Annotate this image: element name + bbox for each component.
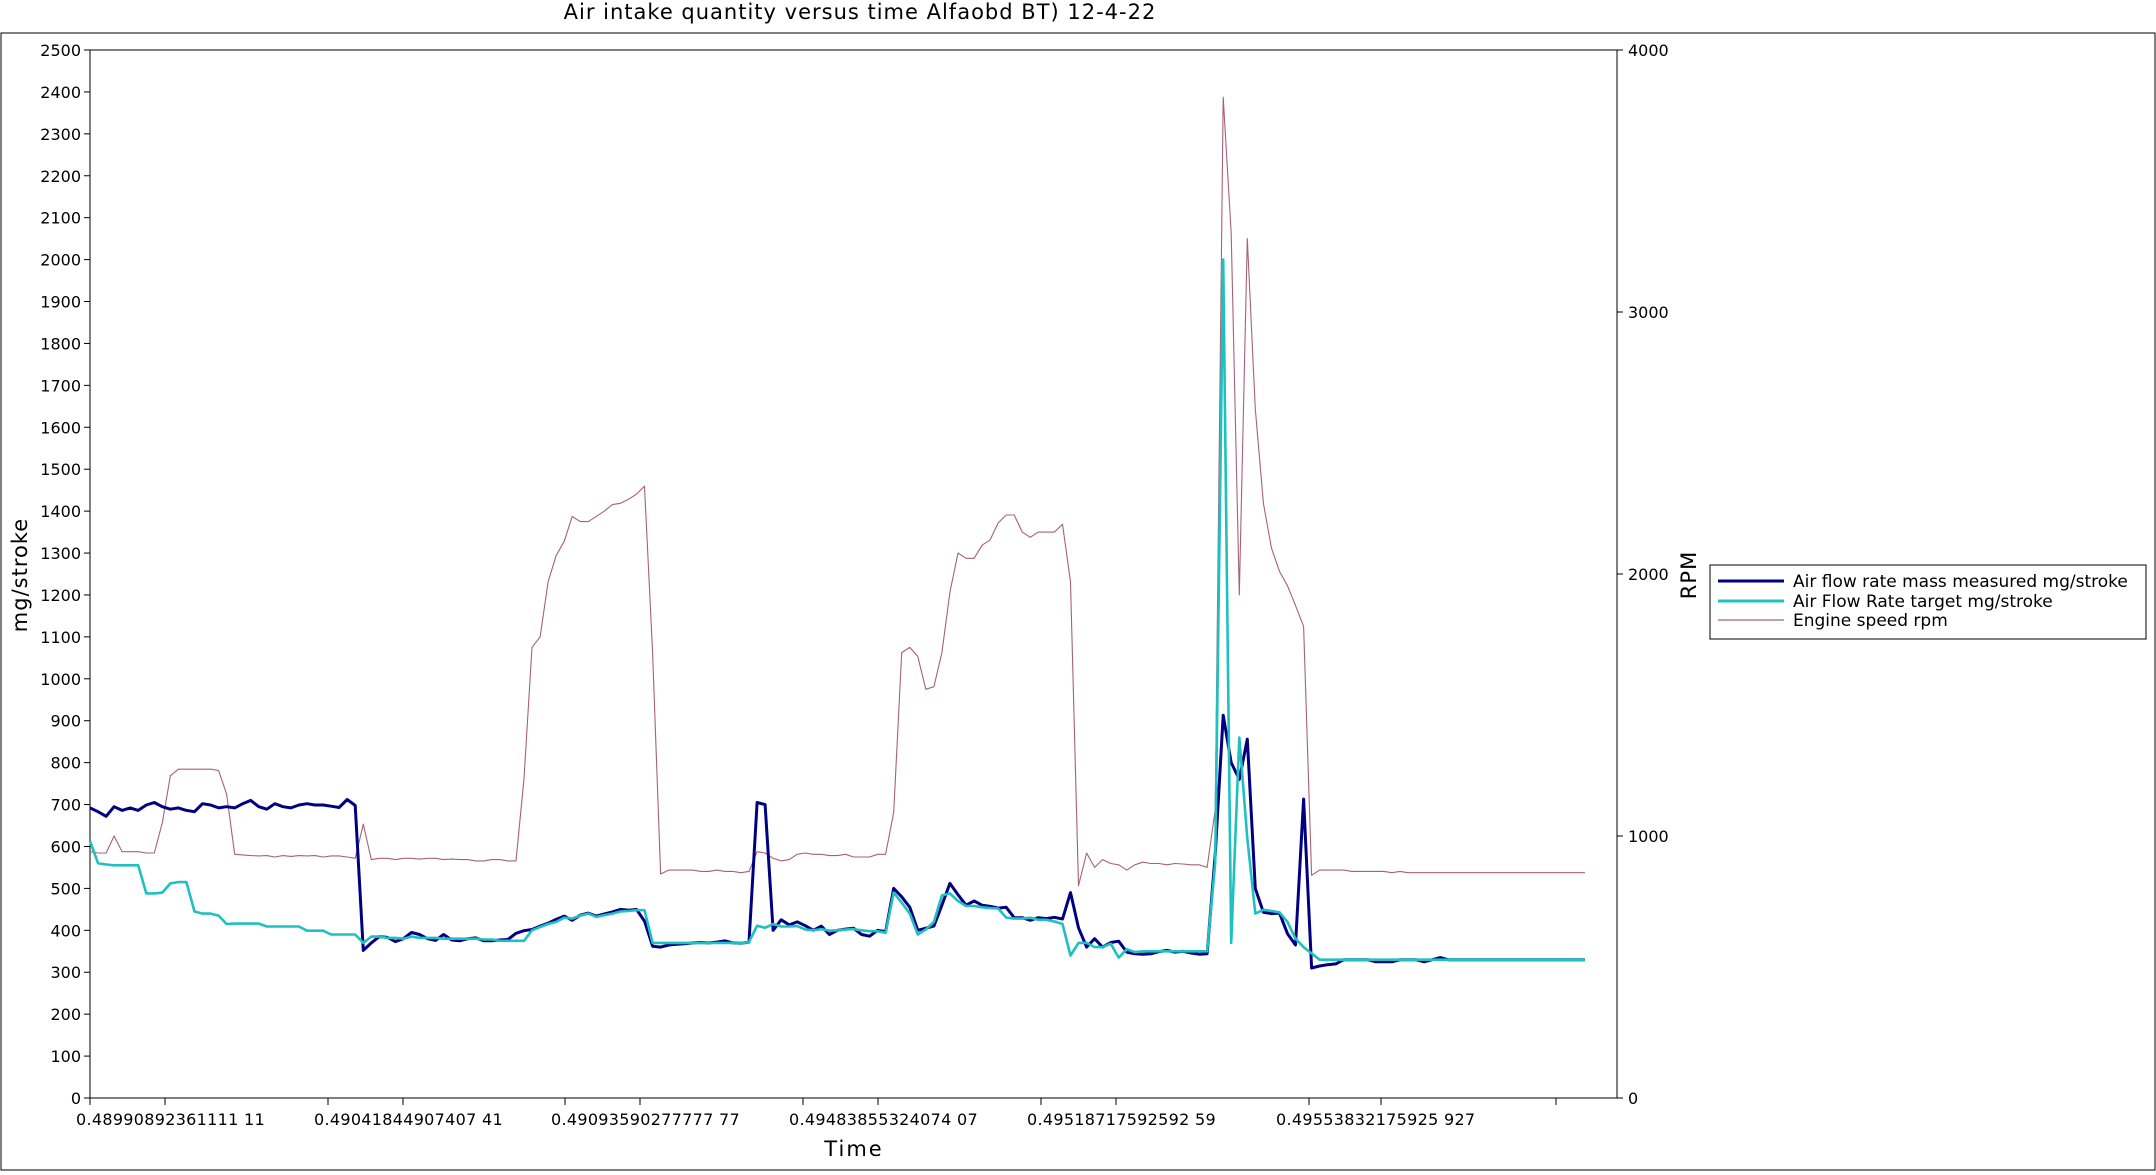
y-tick-label: 2000 <box>40 251 81 270</box>
y-tick-label: 200 <box>50 1005 81 1024</box>
chart-svg: Air intake quantity versus time Alfaobd … <box>0 0 2156 1171</box>
y-tick-label: 1300 <box>40 544 81 563</box>
y2-tick-label: 3000 <box>1628 303 1669 322</box>
y2-tick-label: 2000 <box>1628 565 1669 584</box>
x-tick-label: 0.49483855324074 07 <box>789 1110 978 1129</box>
y-tick-label: 1600 <box>40 418 81 437</box>
x-tick-label: 0.49553832175925 927 <box>1276 1110 1475 1129</box>
y-tick-label: 0 <box>71 1089 81 1108</box>
legend-label-rpm: Engine speed rpm <box>1793 611 1948 631</box>
y-tick-label: 900 <box>50 712 81 731</box>
y-tick-label: 400 <box>50 921 81 940</box>
y-tick-label: 2300 <box>40 125 81 144</box>
legend-label-target: Air Flow Rate target mg/stroke <box>1793 592 2053 612</box>
y2-tick-label: 0 <box>1628 1089 1638 1108</box>
chart-title: Air intake quantity versus time Alfaobd … <box>564 0 1157 24</box>
y2-tick-label: 1000 <box>1628 827 1669 846</box>
legend-label-measured: Air flow rate mass measured mg/stroke <box>1793 572 2128 592</box>
y-tick-label: 1800 <box>40 334 81 353</box>
y-tick-label: 300 <box>50 963 81 982</box>
y-tick-label: 1900 <box>40 293 81 312</box>
x-axis-label: Time <box>823 1137 883 1161</box>
legend: Air flow rate mass measured mg/stroke Ai… <box>1709 564 2147 640</box>
y-tick-label: 100 <box>50 1047 81 1066</box>
y2-tick-label: 4000 <box>1628 41 1669 60</box>
y-tick-label: 1100 <box>40 628 81 647</box>
y-tick-label: 2100 <box>40 209 81 228</box>
y-tick-label: 500 <box>50 879 81 898</box>
y-tick-label: 1700 <box>40 376 81 395</box>
x-tick-label: 0.49518717592592 59 <box>1027 1110 1216 1129</box>
y-tick-label: 600 <box>50 837 81 856</box>
y-tick-label: 2400 <box>40 83 81 102</box>
y-tick-label: 1200 <box>40 586 81 605</box>
x-tick-label: 0.48990892361111 11 <box>76 1110 265 1129</box>
y-tick-label: 800 <box>50 754 81 773</box>
y-tick-label: 2500 <box>40 41 81 60</box>
y2-axis-label: RPM <box>1677 551 1701 599</box>
y-tick-label: 2200 <box>40 167 81 186</box>
y-tick-label: 1500 <box>40 460 81 479</box>
y-tick-label: 1400 <box>40 502 81 521</box>
y-tick-label: 700 <box>50 796 81 815</box>
x-tick-label: 0.49093590277777 77 <box>551 1110 740 1129</box>
y-axis-label: mg/stroke <box>8 518 32 632</box>
chart: Air intake quantity versus time Alfaobd … <box>0 0 2156 1171</box>
x-tick-label: 0.49041844907407 41 <box>314 1110 503 1129</box>
y-tick-label: 1000 <box>40 670 81 689</box>
